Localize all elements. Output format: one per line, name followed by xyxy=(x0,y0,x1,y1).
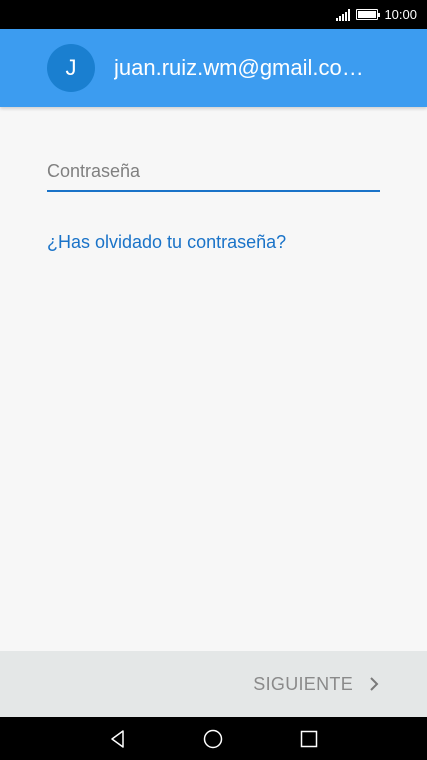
home-icon[interactable] xyxy=(193,719,233,759)
status-time: 10:00 xyxy=(384,7,417,22)
next-button[interactable]: SIGUIENTE xyxy=(253,674,379,695)
account-header: J juan.ruiz.wm@gmail.co… xyxy=(0,29,427,107)
avatar: J xyxy=(47,44,95,92)
forgot-password-link[interactable]: ¿Has olvidado tu contraseña? xyxy=(47,232,286,253)
password-field xyxy=(47,152,380,192)
battery-icon xyxy=(356,9,381,20)
password-input[interactable] xyxy=(47,152,380,190)
chevron-right-icon xyxy=(369,677,379,691)
recents-icon[interactable] xyxy=(289,719,329,759)
back-icon[interactable] xyxy=(98,719,138,759)
next-button-label: SIGUIENTE xyxy=(253,673,353,694)
navigation-bar xyxy=(0,717,427,760)
screen: 10:00 J juan.ruiz.wm@gmail.co… ¿Has olvi… xyxy=(0,0,427,760)
account-email: juan.ruiz.wm@gmail.co… xyxy=(114,55,364,80)
status-bar: 10:00 xyxy=(0,0,427,29)
signal-icon xyxy=(336,8,351,21)
action-bar: SIGUIENTE xyxy=(0,651,427,717)
